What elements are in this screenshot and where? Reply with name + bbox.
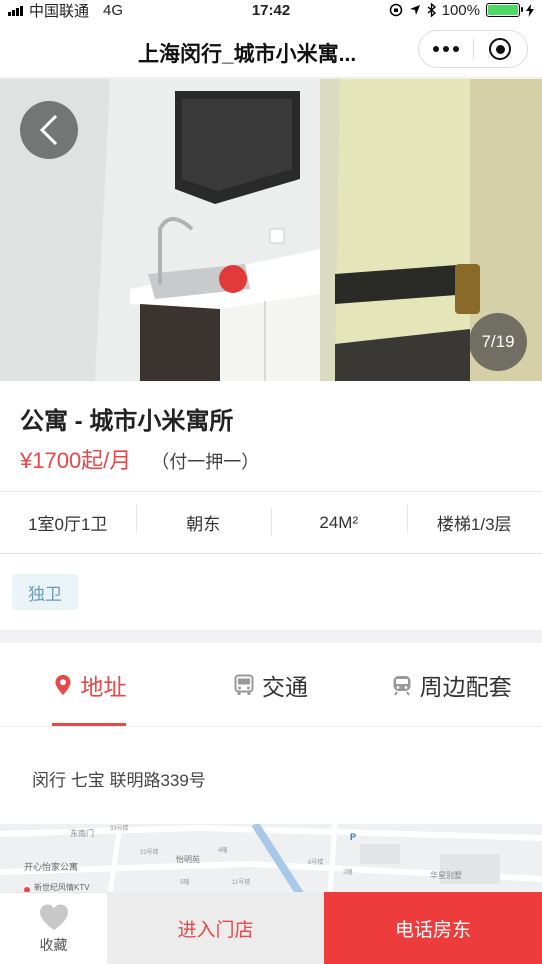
listing-info: 公寓 - 城市小米寓所 ¥1700起/月 （付一押一） <box>0 381 542 491</box>
heart-icon <box>39 904 68 930</box>
bus-icon <box>234 674 254 695</box>
map-label-2: 新世纪风情KTV <box>34 882 90 892</box>
map-label-5: 33号楼 <box>110 824 129 832</box>
signal-icon <box>8 5 23 16</box>
spec-area: 24M² <box>271 507 407 536</box>
deposit-terms: （付一押一） <box>151 452 260 472</box>
price: ¥1700起/月 <box>20 448 132 473</box>
tab-transit[interactable]: 交通 <box>181 643 362 726</box>
specs-row: 1室0厅1卫 朝东 24M² 楼梯1/3层 <box>0 491 542 554</box>
nav-bar: 上海闵行_城市小米寓... <box>0 20 542 78</box>
close-miniprogram-button[interactable] <box>474 31 528 67</box>
network-label: 4G <box>103 1 124 19</box>
location-section: 地址 交通 周边配套 闵行 七宝 联明路339号 <box>0 643 542 828</box>
tab-transit-label: 交通 <box>262 673 308 700</box>
enter-store-button[interactable]: 进入门店 <box>107 892 324 964</box>
map-label-12: P <box>350 832 356 842</box>
battery-percent: 100% <box>441 1 480 19</box>
more-button[interactable] <box>419 31 473 67</box>
map-label-1: 开心怡家公寓 <box>24 861 78 872</box>
photo-counter: 7/19 <box>469 313 527 371</box>
tags-section: 独卫 <box>0 554 542 630</box>
location-tabs: 地址 交通 周边配套 <box>0 643 542 727</box>
charging-icon <box>526 3 534 17</box>
train-icon <box>393 675 411 696</box>
call-landlord-button[interactable]: 电话房东 <box>324 892 542 964</box>
spec-floor: 楼梯1/3层 <box>406 505 542 535</box>
map-label-9: 5幢 <box>180 878 189 886</box>
map-label-10: 11号楼 <box>232 878 250 886</box>
location-pin-icon <box>55 674 71 695</box>
spec-layout: 1室0厅1卫 <box>28 515 108 534</box>
map-graphic: 东南门 开心怡家公寓 新世纪风情KTV 怡明苑 华星别墅 33号楼 23号楼 4… <box>0 824 542 894</box>
page-title: 上海闵行_城市小米寓... <box>138 43 357 66</box>
battery-icon <box>486 3 523 17</box>
tab-address-label: 地址 <box>80 673 127 700</box>
more-dots-icon <box>432 46 439 52</box>
map-label-8: 8号楼 <box>308 858 323 866</box>
favorite-button[interactable]: 收藏 <box>0 892 107 964</box>
tag-private-bathroom: 独卫 <box>12 574 78 610</box>
listing-title: 公寓 - 城市小米寓所 <box>20 408 234 435</box>
address-text: 闵行 七宝 联明路339号 <box>32 771 206 790</box>
spec-orientation: 朝东 <box>135 505 272 535</box>
status-time: 17:42 <box>251 1 291 19</box>
chevron-left-icon <box>39 114 58 146</box>
tab-surroundings-label: 周边配套 <box>419 673 512 700</box>
carrier-label: 中国联通 <box>29 2 90 20</box>
bluetooth-icon <box>427 3 436 17</box>
map-label-6: 23号楼 <box>140 848 159 856</box>
favorite-label: 收藏 <box>39 936 68 953</box>
map-label-7: 4幢 <box>218 846 227 854</box>
map-label-0: 东南门 <box>70 828 94 838</box>
status-right: 100% <box>389 2 534 19</box>
status-left: 中国联通 4G <box>8 0 123 21</box>
price-row: ¥1700起/月 （付一押一） <box>20 443 259 475</box>
kitchen-photo <box>0 79 542 381</box>
tab-address[interactable]: 地址 <box>0 643 181 726</box>
map-label-11: 2幢 <box>343 868 352 876</box>
map-preview[interactable]: 东南门 开心怡家公寓 新世纪风情KTV 怡明苑 华星别墅 33号楼 23号楼 4… <box>0 824 542 894</box>
rotation-lock-icon <box>389 3 402 17</box>
back-button[interactable] <box>20 101 78 159</box>
location-arrow-icon <box>409 5 420 15</box>
miniprogram-capsule <box>418 30 528 68</box>
map-label-4: 华星别墅 <box>430 870 462 880</box>
tab-surroundings[interactable]: 周边配套 <box>361 643 542 726</box>
photo-gallery[interactable]: 7/19 <box>0 79 542 381</box>
status-bar: 中国联通 4G 17:42 100% <box>0 0 542 20</box>
target-icon <box>489 38 512 60</box>
bottom-action-bar: 收藏 进入门店 电话房东 <box>0 892 542 964</box>
map-label-3: 怡明苑 <box>176 854 200 864</box>
active-tab-indicator <box>52 723 126 726</box>
